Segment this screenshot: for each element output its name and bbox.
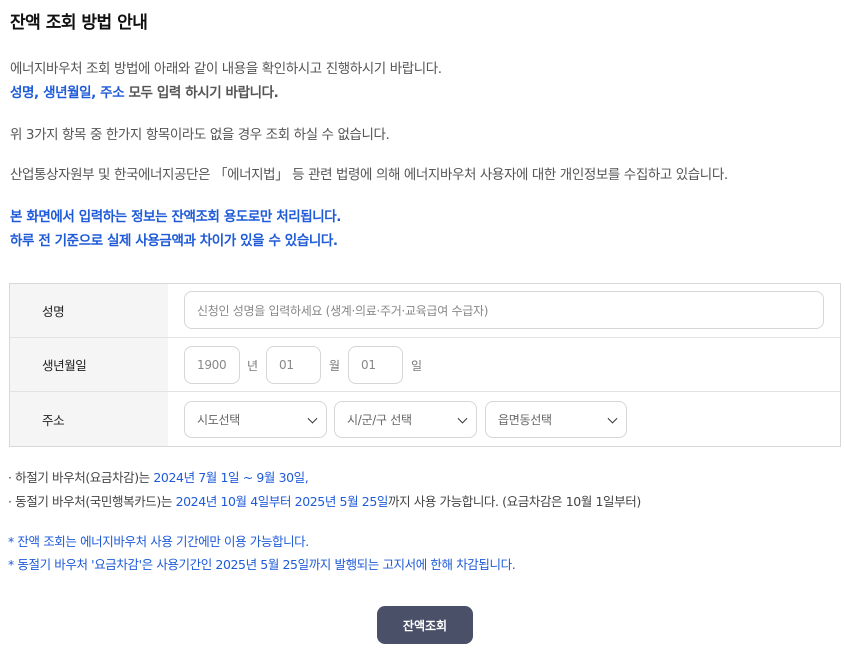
intro-line-6: 하루 전 기준으로 실제 사용금액과 차이가 있을 수 있습니다.: [10, 233, 338, 249]
birth-day-input[interactable]: 01: [348, 346, 403, 384]
required-fields-rest: 모두 입력 하시기 바랍니다.: [124, 85, 279, 101]
intro-line-4: 산업통상자원부 및 한국에너지공단은 「에너지법」 등 관련 법령에 의해 에너…: [10, 167, 728, 183]
intro-line-3: 위 3가지 항목 중 한가지 항목이라도 없을 경우 조회 하실 수 없습니다.: [10, 127, 390, 143]
form-row-address: 주소 시도선택 시/군/구 선택 읍면동선택: [10, 392, 840, 446]
sigungu-select-value: 시/군/구 선택: [347, 413, 412, 427]
birth-label: 생년월일: [10, 338, 168, 391]
intro-line-1: 에너지바우처 조회 방법에 아래와 같이 내용을 확인하시고 진행하시기 바랍니…: [10, 61, 442, 77]
balance-inquiry-button[interactable]: 잔액조회: [377, 606, 473, 644]
birth-field-area: 1900 년 01 월 01 일: [168, 338, 840, 391]
eupmyeondong-select-value: 읍면동선택: [498, 413, 552, 427]
birth-year-input[interactable]: 1900: [184, 346, 240, 384]
sido-select[interactable]: 시도선택: [184, 401, 327, 438]
address-label: 주소: [10, 392, 168, 446]
birth-month-input[interactable]: 01: [266, 346, 321, 384]
chevron-down-icon: [307, 413, 318, 424]
star-note-2: * 동절기 바우처 '요금차감'은 사용기간인 2025년 5월 25일까지 발…: [8, 557, 516, 572]
summer-note-prefix: · 하절기 바우처(요금차감)는: [8, 470, 154, 485]
required-fields-highlight: 성명, 생년월일, 주소: [10, 85, 125, 101]
name-field-area: 신청인 성명을 입력하세요 (생계·의료·주거·교육급여 수급자): [168, 284, 840, 337]
balance-inquiry-form: 성명 신청인 성명을 입력하세요 (생계·의료·주거·교육급여 수급자) 생년월…: [9, 283, 841, 447]
month-unit: 월: [329, 359, 341, 373]
address-field-area: 시도선택 시/군/구 선택 읍면동선택: [168, 392, 840, 446]
day-unit: 일: [411, 359, 423, 373]
star-note-1: * 잔액 조회는 에너지바우처 사용 기간에만 이용 가능합니다.: [8, 534, 309, 549]
chevron-down-icon: [457, 413, 468, 424]
winter-note-period: 2024년 10월 4일부터 2025년 5월 25일: [175, 494, 389, 509]
chevron-down-icon: [607, 413, 618, 424]
intro-line-5: 본 화면에서 입력하는 정보는 잔액조회 용도로만 처리됩니다.: [10, 209, 342, 225]
sigungu-select[interactable]: 시/군/구 선택: [334, 401, 477, 438]
summer-voucher-note: · 하절기 바우처(요금차감)는 2024년 7월 1일 ~ 9월 30일,: [8, 467, 309, 486]
form-row-name: 성명 신청인 성명을 입력하세요 (생계·의료·주거·교육급여 수급자): [10, 284, 840, 338]
name-input[interactable]: 신청인 성명을 입력하세요 (생계·의료·주거·교육급여 수급자): [184, 291, 824, 329]
sido-select-value: 시도선택: [197, 413, 240, 427]
winter-note-prefix: · 동절기 바우처(국민행복카드)는: [8, 494, 176, 509]
summer-note-period: 2024년 7월 1일 ~ 9월 30일: [153, 470, 305, 485]
name-label: 성명: [10, 284, 168, 337]
eupmyeondong-select[interactable]: 읍면동선택: [485, 401, 627, 438]
winter-note-suffix: 까지 사용 가능합니다. (요금차감은 10월 1일부터): [387, 494, 641, 509]
page-title: 잔액 조회 방법 안내: [10, 13, 148, 33]
form-row-birth: 생년월일 1900 년 01 월 01 일: [10, 338, 840, 392]
year-unit: 년: [247, 359, 259, 373]
winter-voucher-note: · 동절기 바우처(국민행복카드)는 2024년 10월 4일부터 2025년 …: [8, 491, 641, 510]
summer-note-suffix: ,: [304, 470, 309, 485]
intro-line-2: 성명, 생년월일, 주소 모두 입력 하시기 바랍니다.: [10, 81, 279, 101]
